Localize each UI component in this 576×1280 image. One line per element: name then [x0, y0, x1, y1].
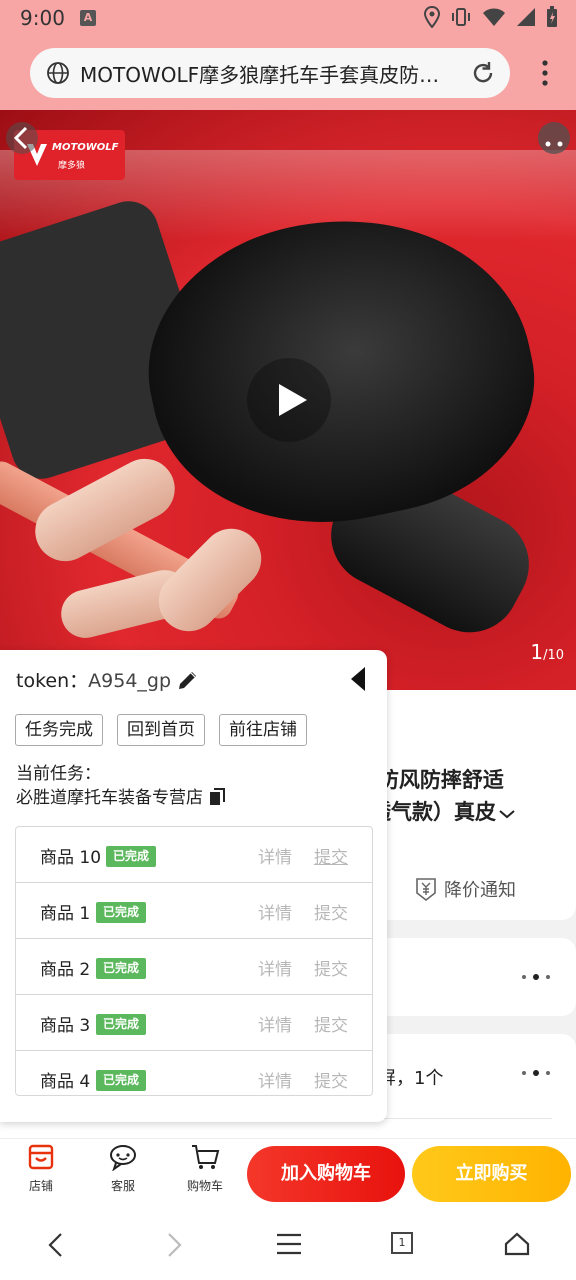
detail-link[interactable]: 详情 — [258, 843, 292, 868]
current-task-value-line: 必胜道摩托车装备专营店 — [16, 786, 225, 810]
product-name: 商品 1 — [40, 904, 91, 924]
current-task: 当前任务： 必胜道摩托车装备专营店 — [16, 762, 225, 810]
nav-forward-icon[interactable] — [164, 1232, 184, 1258]
battery-icon — [547, 6, 557, 27]
current-task-value: 必胜道摩托车装备专营店 — [16, 788, 203, 808]
list-item: 商品 1 已完成 详情 提交 — [16, 883, 372, 939]
buy-now-button[interactable]: 立即购买 — [412, 1146, 571, 1202]
play-video-button[interactable] — [247, 358, 331, 442]
status-badge: 已完成 — [96, 958, 147, 979]
detail-link[interactable]: 详情 — [258, 1011, 292, 1036]
location-icon — [424, 6, 440, 28]
status-badge: 已完成 — [106, 846, 157, 867]
logo-cn-text: 摩多狼 — [58, 161, 86, 171]
task-product-list[interactable]: 商品 10 已完成 详情 提交 商品 1 已完成 详情 提交 商品 2 已完成 … — [15, 826, 373, 1096]
status-icons — [424, 6, 558, 28]
detail-link[interactable]: 详情 — [258, 899, 292, 924]
collapse-panel-icon[interactable] — [350, 666, 366, 692]
reload-icon[interactable] — [470, 60, 496, 86]
shop-button[interactable]: 店铺 — [11, 1143, 71, 1194]
status-time: 9:00 — [20, 6, 65, 30]
submit-link[interactable]: 提交 — [314, 843, 348, 868]
status-badge: 已完成 — [96, 902, 147, 923]
purchase-action-bar: 店铺 客服 购物车 加入购物车 立即购买 — [0, 1138, 576, 1208]
price-notify-button[interactable]: 降价通知 — [414, 876, 516, 902]
browser-nav-bar: 1 — [0, 1208, 576, 1280]
customer-service-button[interactable]: 客服 — [93, 1143, 153, 1194]
copy-icon[interactable] — [209, 788, 225, 806]
service-label: 客服 — [110, 1179, 135, 1193]
cart-label: 购物车 — [186, 1179, 223, 1193]
nav-back-icon[interactable] — [46, 1232, 66, 1258]
signal-icon — [517, 8, 535, 26]
status-badge: 已完成 — [96, 1070, 147, 1091]
token-line: token：A954_gp — [16, 666, 171, 693]
browser-toolbar: MOTOWOLF摩多狼摩托车手套真皮防… — [0, 36, 576, 110]
task-panel: token：A954_gp 任务完成 回到首页 前往店铺 当前任务： 必胜道摩托… — [0, 650, 387, 1122]
counter-total: /10 — [543, 648, 564, 663]
product-name: 商品 10 — [40, 848, 102, 868]
token-label: token： — [16, 670, 89, 692]
submit-link[interactable]: 提交 — [314, 899, 348, 924]
product-title-line2: 透气款）真皮 — [370, 800, 496, 824]
service-more-icon[interactable] — [522, 974, 550, 980]
logo-brand-text: MOTOWOLF — [52, 142, 119, 153]
add-to-cart-button[interactable]: 加入购物车 — [247, 1146, 405, 1202]
overflow-menu-icon[interactable] — [542, 60, 548, 86]
edit-pencil-icon[interactable] — [176, 668, 200, 692]
submit-link[interactable]: 提交 — [314, 1011, 348, 1036]
more-button[interactable] — [538, 122, 570, 154]
image-counter: 1/10 — [530, 640, 564, 664]
current-task-label: 当前任务： — [16, 764, 101, 784]
submit-link[interactable]: 提交 — [314, 1067, 348, 1092]
shop-icon — [28, 1144, 54, 1170]
go-to-shop-button[interactable]: 前往店铺 — [219, 714, 307, 746]
status-bar: 9:00 A — [0, 0, 576, 36]
product-name: 商品 2 — [40, 960, 91, 980]
counter-current: 1 — [530, 640, 544, 664]
product-name: 商品 4 — [40, 1072, 91, 1092]
detail-link[interactable]: 详情 — [258, 1067, 292, 1092]
shop-label: 店铺 — [28, 1179, 53, 1193]
spec-divider — [378, 1118, 552, 1119]
task-complete-button[interactable]: 任务完成 — [15, 714, 103, 746]
submit-link[interactable]: 提交 — [314, 955, 348, 980]
notification-a-icon: A — [80, 10, 96, 26]
spec-more-icon[interactable] — [522, 1070, 550, 1076]
back-button[interactable] — [6, 122, 38, 154]
url-text: MOTOWOLF摩多狼摩托车手套真皮防… — [80, 62, 440, 87]
product-gallery[interactable]: MOTOWOLF 摩多狼 1/10 — [0, 110, 576, 690]
globe-icon — [47, 62, 69, 84]
product-title-line2-wrap: 透气款）真皮 — [370, 796, 515, 828]
status-badge: 已完成 — [96, 1014, 147, 1035]
list-item: 商品 10 已完成 详情 提交 — [16, 827, 372, 883]
product-name: 商品 3 — [40, 1016, 91, 1036]
back-home-button[interactable]: 回到首页 — [117, 714, 205, 746]
task-buttons: 任务完成 回到首页 前往店铺 — [15, 714, 307, 746]
hamburger-menu-icon[interactable] — [276, 1232, 302, 1256]
wifi-icon — [483, 8, 505, 26]
play-icon — [279, 384, 307, 416]
more-dots-icon — [545, 141, 563, 147]
list-item: 商品 3 已完成 详情 提交 — [16, 995, 372, 1051]
list-item: 商品 4 已完成 详情 提交 — [16, 1051, 372, 1095]
tabs-button[interactable]: 1 — [391, 1232, 413, 1254]
product-title[interactable]: I防风防摔舒适 透气款）真皮 — [370, 764, 515, 828]
price-notify-label: 降价通知 — [444, 880, 516, 901]
chevron-down-icon — [499, 810, 515, 819]
home-icon[interactable] — [504, 1232, 530, 1256]
address-bar[interactable]: MOTOWOLF摩多狼摩托车手套真皮防… — [30, 48, 510, 98]
spec-text: 屏，1个 — [378, 1068, 444, 1089]
vibrate-icon — [452, 8, 470, 26]
chat-bubble-icon — [110, 1145, 136, 1171]
product-title-line1: I防风防摔舒适 — [370, 768, 504, 792]
cart-button[interactable]: 购物车 — [175, 1143, 235, 1194]
cart-icon — [192, 1145, 220, 1169]
token-value: A954_gp — [88, 670, 172, 692]
price-tag-icon — [416, 878, 436, 902]
chevron-left-icon — [13, 126, 28, 150]
list-item: 商品 2 已完成 详情 提交 — [16, 939, 372, 995]
detail-link[interactable]: 详情 — [258, 955, 292, 980]
